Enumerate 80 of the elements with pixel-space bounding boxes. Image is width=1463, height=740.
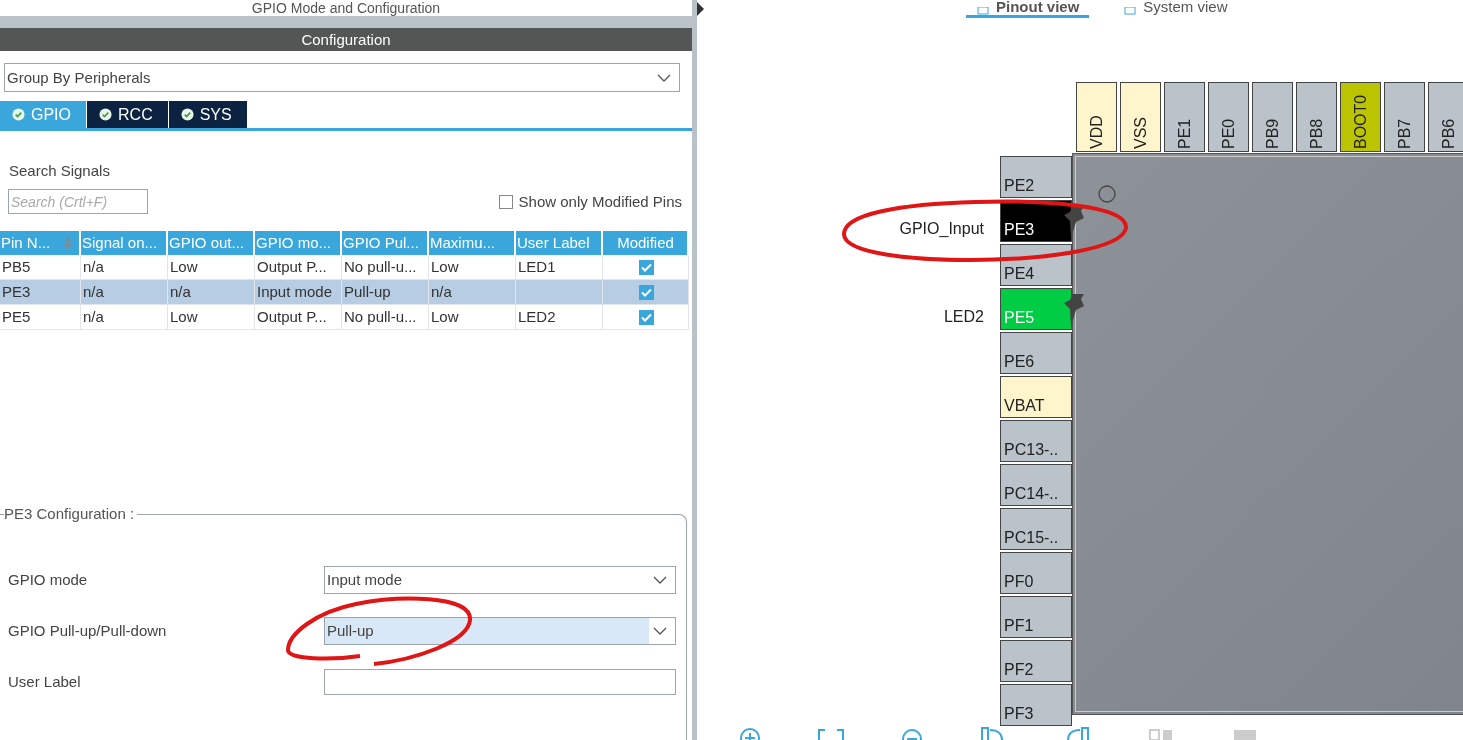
chip-pin[interactable]: PB7	[1384, 82, 1425, 152]
search-field[interactable]: Search (Crtl+F)	[8, 189, 148, 214]
pin1-marker-icon	[1097, 184, 1117, 204]
checkbox[interactable]	[639, 259, 654, 275]
table-cell: n/a	[168, 280, 255, 305]
chip-icon	[976, 7, 990, 15]
table-cell: Low	[429, 305, 516, 330]
list-icon	[1123, 7, 1138, 15]
table-cell: Low	[168, 305, 255, 330]
chip-pin[interactable]: PE0	[1208, 82, 1249, 152]
table-cell: Low	[168, 255, 255, 280]
chip-pin[interactable]: PF2	[1000, 640, 1072, 682]
chip-pin[interactable]: PC14-..	[1000, 464, 1072, 506]
show-modified-checkbox[interactable]: Show only Modified Pins	[498, 193, 682, 210]
table-cell: PE5	[0, 305, 81, 330]
chip-pin[interactable]: PB9	[1252, 82, 1293, 152]
chip-pin[interactable]: PE2	[1000, 156, 1072, 198]
check-circle-icon	[12, 108, 25, 121]
check-circle-icon	[99, 108, 112, 121]
table-cell: No pull-u...	[342, 305, 429, 330]
rotate-icon[interactable]	[980, 726, 1006, 740]
split-icon[interactable]	[1148, 728, 1174, 740]
rotate-icon[interactable]	[1064, 726, 1090, 740]
chip-pin[interactable]: PF1	[1000, 596, 1072, 638]
search-label: Search Signals	[9, 162, 111, 179]
table-cell: Input mode	[255, 280, 342, 305]
table-cell: Pull-up	[342, 280, 429, 305]
view-tab[interactable]: System view	[1113, 0, 1238, 18]
table-cell: n/a	[81, 255, 168, 280]
check-circle-icon	[180, 108, 194, 121]
chevron-down-icon	[653, 575, 667, 584]
fit-screen-icon[interactable]	[818, 728, 844, 740]
zoom-in-icon[interactable]	[740, 726, 760, 740]
panel-title: GPIO Mode and Configuration	[250, 0, 442, 16]
field-label: User Label	[8, 673, 81, 690]
chip-pin[interactable]: BOOT0	[1340, 82, 1381, 152]
chip-pin[interactable]: PC13-..	[1000, 420, 1072, 462]
table-cell: LED2	[516, 305, 603, 330]
view-tab[interactable]: Pinout view	[966, 0, 1090, 18]
chevron-down-icon	[657, 73, 671, 82]
chip-pin[interactable]: PF3	[1000, 684, 1072, 726]
zoom-out-icon[interactable]	[902, 728, 922, 740]
section-title: Configuration	[0, 28, 692, 51]
chip-pin[interactable]: PC15-..	[1000, 508, 1072, 550]
checkbox[interactable]	[639, 284, 654, 300]
table-cell: n/a	[81, 305, 168, 330]
signal-label: GPIO_Input	[899, 220, 984, 238]
peripheral-tab[interactable]: SYS	[168, 101, 248, 128]
table-cell: Output P...	[255, 255, 342, 280]
panel-icon[interactable]	[1232, 728, 1258, 740]
collapse-arrow-icon[interactable]	[697, 2, 704, 16]
select-field[interactable]: Pull-up	[324, 616, 676, 645]
checkbox[interactable]	[639, 309, 654, 325]
chip-pin[interactable]: PF0	[1000, 552, 1072, 594]
table-cell: n/a	[81, 280, 168, 305]
chip-pin[interactable]: VSS	[1120, 82, 1161, 152]
table-cell: No pull-u...	[342, 255, 429, 280]
group-dropdown[interactable]: Group By Peripherals	[4, 63, 680, 92]
chip-pin[interactable]: PB6	[1428, 82, 1463, 152]
chip-pin[interactable]: VBAT	[1000, 376, 1072, 418]
peripheral-tab[interactable]: RCC	[87, 101, 169, 128]
table-cell: PB5	[0, 255, 81, 280]
chip-pin[interactable]: PE4	[1000, 244, 1072, 286]
chevron-down-icon	[653, 626, 667, 635]
table-cell: PE3	[0, 280, 81, 305]
signal-label: LED2	[943, 308, 984, 326]
chip-pin[interactable]: PE1	[1164, 82, 1205, 152]
sort-icon	[63, 236, 73, 250]
select-field[interactable]: Input mode	[324, 565, 676, 594]
field-label: GPIO Pull-up/Pull-down	[8, 622, 167, 639]
table-cell: Output P...	[255, 305, 342, 330]
chip-pin[interactable]: PB8	[1296, 82, 1337, 152]
table-cell: n/a	[429, 280, 516, 305]
group-title: PE3 Configuration :	[4, 505, 138, 522]
chip-pin[interactable]: VDD	[1076, 82, 1117, 152]
table-cell: Low	[429, 255, 516, 280]
input-field[interactable]	[324, 668, 676, 695]
field-label: GPIO mode	[8, 571, 88, 588]
chip-pin[interactable]: PE6	[1000, 332, 1072, 374]
table-cell: LED1	[516, 255, 603, 280]
